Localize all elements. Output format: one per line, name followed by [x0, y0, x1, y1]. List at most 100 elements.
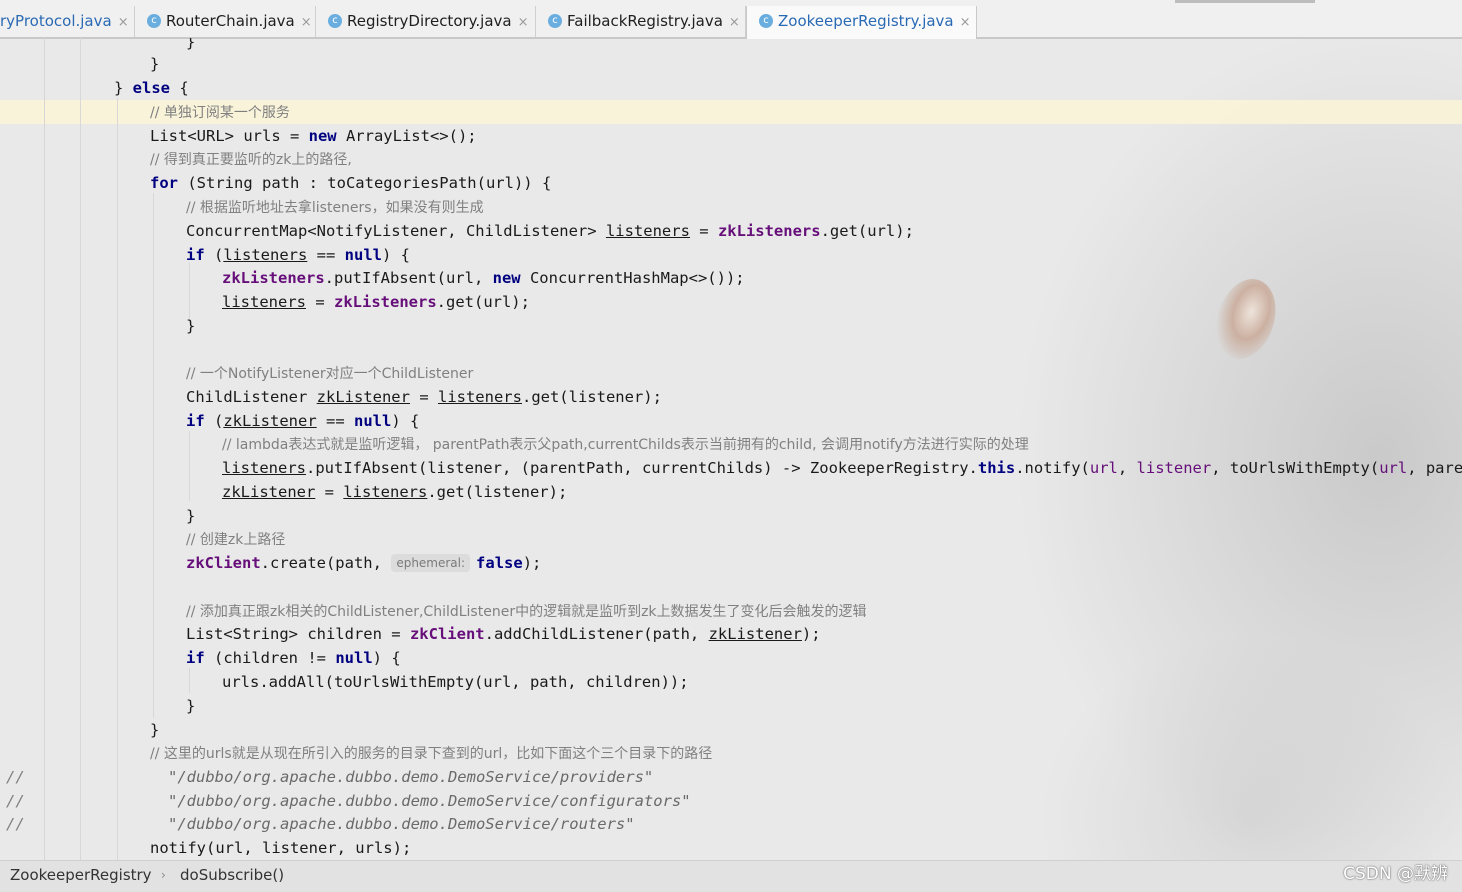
- class-icon: c: [328, 13, 342, 28]
- tab-ryprotocol[interactable]: ryProtocol.java ×: [0, 6, 135, 37]
- keyword: if: [186, 246, 205, 264]
- code-text: List<String> children =: [186, 625, 410, 643]
- watermark: CSDN @默辨: [1343, 864, 1448, 884]
- code-text: ) {: [382, 246, 410, 264]
- code-line: zkClient.create(path, ephemeral: false);: [186, 551, 541, 575]
- code-text: }: [150, 721, 160, 739]
- close-icon[interactable]: ×: [118, 15, 129, 30]
- code-text: List<URL> urls =: [150, 127, 309, 145]
- code-text: }: [186, 507, 196, 525]
- breadcrumb-method[interactable]: doSubscribe(): [180, 861, 284, 890]
- code-text: .get(listener);: [427, 483, 568, 501]
- keyword: if: [186, 649, 205, 667]
- code-line: if (listeners == null) {: [186, 243, 410, 267]
- captured-variable: url: [1089, 459, 1118, 477]
- code-text: .addChildListener(path,: [484, 625, 709, 643]
- parameter-hint: ephemeral:: [391, 554, 471, 572]
- keyword: null: [354, 412, 392, 430]
- code-text: .get(url);: [436, 293, 530, 311]
- code-text: ArrayList<>();: [336, 127, 477, 145]
- keyword: new: [492, 269, 521, 287]
- string-literal: "/dubbo/org.apache.dubbo.demo.DemoServic…: [168, 768, 654, 786]
- string-literal: "/dubbo/org.apache.dubbo.demo.DemoServic…: [168, 792, 691, 810]
- code-text: =: [689, 222, 718, 240]
- field: zkClient: [186, 554, 261, 572]
- indent-guide: [117, 98, 118, 860]
- class-icon: c: [147, 13, 161, 28]
- code-line: // 一个NotifyListener对应一个ChildListener: [186, 361, 473, 385]
- breadcrumb-class[interactable]: ZookeeperRegistry: [10, 861, 152, 890]
- code-line: for (String path : toCategoriesPath(url)…: [150, 171, 551, 195]
- variable: listeners: [343, 483, 428, 501]
- code-text: .putIfAbsent(url,: [324, 269, 493, 287]
- code-text: urls.addAll(toUrlsWithEmpty(url, path, c…: [222, 673, 689, 691]
- variable: zkListener: [223, 412, 317, 430]
- code-text: );: [801, 625, 821, 643]
- tab-bar-scroll-indicator: [1175, 0, 1315, 3]
- gutter-comment: //: [6, 815, 25, 833]
- code-line: }: [150, 52, 159, 76]
- keyword: else: [132, 79, 170, 97]
- code-text: ChildListener: [186, 388, 317, 406]
- breadcrumb: ZookeeperRegistry › doSubscribe(): [0, 860, 1462, 892]
- code-text: }: [114, 79, 133, 97]
- chevron-right-icon: ›: [161, 868, 166, 882]
- code-text: , toUrlsWithEmpty(: [1211, 459, 1380, 477]
- comment: // 单独订阅某一个服务: [150, 105, 290, 121]
- code-text: (String path : toCategoriesPath(url)) {: [178, 174, 552, 192]
- code-text: .get(url);: [820, 222, 914, 240]
- comment: // 一个NotifyListener对应一个ChildListener: [186, 366, 474, 382]
- variable: listeners: [223, 246, 308, 264]
- tab-label: ryProtocol.java: [0, 12, 112, 30]
- code-text: =: [315, 483, 344, 501]
- close-icon[interactable]: ×: [960, 15, 971, 30]
- tab-label: RegistryDirectory.java: [347, 12, 512, 30]
- code-line: if (zkListener == null) {: [186, 409, 419, 433]
- code-line: "/dubbo/org.apache.dubbo.demo.DemoServic…: [168, 812, 635, 836]
- tab-registrydirectory[interactable]: c RegistryDirectory.java ×: [316, 6, 536, 37]
- code-text: (: [204, 246, 224, 264]
- code-text: }: [150, 55, 160, 73]
- indent-guide: [80, 38, 81, 860]
- tab-failbackregistry[interactable]: c FailbackRegistry.java ×: [536, 6, 746, 37]
- field: zkClient: [409, 625, 485, 643]
- gutter-divider: [44, 38, 45, 860]
- code-text: ) {: [391, 412, 420, 430]
- code-line: // 得到真正要监听的zk上的路径,: [150, 147, 352, 171]
- tab-routerchain[interactable]: c RouterChain.java ×: [135, 6, 316, 37]
- code-text: =: [306, 293, 334, 311]
- code-line: listeners.putIfAbsent(listener, (parentP…: [222, 456, 1462, 480]
- code-editor[interactable]: } } } else { // 单独订阅某一个服务 List<URL> urls…: [0, 38, 1462, 860]
- indent-guide: [189, 668, 190, 693]
- close-icon[interactable]: ×: [729, 15, 740, 30]
- variable: zkListener: [222, 483, 316, 501]
- variable: listeners: [222, 459, 306, 477]
- comment: // lambda表达式就是监听逻辑， parentPath表示父path,cu…: [222, 437, 1029, 453]
- code-text: notify(url, listener, urls);: [150, 839, 412, 857]
- keyword: null: [344, 246, 382, 264]
- keyword: for: [150, 174, 178, 192]
- code-line: }: [186, 504, 195, 528]
- code-text: .putIfAbsent(listener, (parentPath, curr…: [306, 459, 978, 477]
- tab-zookeeperregistry[interactable]: c ZookeeperRegistry.java ×: [746, 6, 977, 39]
- indent-guide: [189, 431, 190, 501]
- code-line: "/dubbo/org.apache.dubbo.demo.DemoServic…: [168, 765, 653, 789]
- code-line: }: [186, 314, 195, 338]
- tab-label: RouterChain.java: [166, 12, 295, 30]
- gutter-comment: //: [6, 768, 25, 786]
- keyword: false: [476, 554, 523, 572]
- field: zkListeners: [222, 269, 325, 287]
- code-text: ==: [307, 246, 345, 264]
- comment: // 得到真正要监听的zk上的路径,: [150, 152, 352, 168]
- close-icon[interactable]: ×: [301, 15, 312, 30]
- keyword: if: [186, 412, 205, 430]
- close-icon[interactable]: ×: [518, 15, 529, 30]
- code-text: }: [186, 697, 196, 715]
- code-line: // 这里的urls就是从现在所引入的服务的目录下查到的url，比如下面这个三个…: [150, 741, 712, 765]
- code-text: );: [522, 554, 542, 572]
- code-line: }: [186, 38, 195, 54]
- code-line: if (children != null) {: [186, 646, 401, 670]
- code-text: ConcurrentMap<NotifyListener, ChildListe…: [186, 222, 606, 240]
- comment: // 根据监听地址去拿listeners，如果没有则生成: [186, 200, 484, 216]
- comment: // 添加真正跟zk相关的ChildListener,ChildListener…: [186, 604, 867, 620]
